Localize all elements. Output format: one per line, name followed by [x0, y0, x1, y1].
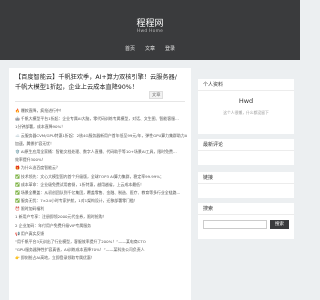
widget-heading: 链接 [198, 172, 294, 184]
body-line: 1分钟部署，成本直降90%！ [15, 124, 187, 132]
profile-widget: 个人资料 Hwd 这个人很懒，什么都没留下 [198, 79, 294, 134]
body-line: ⏰限时加码福利 [15, 206, 187, 214]
line-text: AI原生应用全家桶：智能文档处理、数字人直播、代码助手等10+场景AI工具，限时… [20, 148, 177, 154]
search-button[interactable]: 搜索 [270, 220, 289, 229]
body-line: “用千帆平台3天训出了行业模型，客服效率提升了200%！”——某电商CTO [15, 239, 187, 247]
line-text: 成本革命：企业级免费试用套餐，1折特惠，越用越省，上云成本最低！ [20, 181, 144, 187]
body-line: 1 新用户专享：注册即领2000元代金券，限时抢购！ [15, 214, 187, 222]
site-header: 程程网 Hwd Home 首页 文章 登录 [0, 0, 300, 60]
line-text: 用户真实反馈 [20, 230, 45, 236]
links-widget: 链接 [198, 172, 294, 198]
widget-heading: 搜索 [198, 203, 294, 215]
body-line: 🛡️AI原生应用全家桶：智能文档处理、数字人直播、代码助手等10+场景AI工具，… [15, 149, 187, 157]
body-line: 🎁为什么选百度智能云？ [15, 165, 187, 173]
search-widget: 搜索 搜索 [198, 203, 294, 239]
article-card: 【百度智能云】千帆狂欢季，AI+算力双核引擎！云服务器/千帆大模型1折起，企业上… [9, 68, 191, 300]
body-line: 📢用户真实反馈 [15, 231, 187, 239]
body-line: 2 企业加码：年付用户免费升级VIP专属服务 [15, 223, 187, 231]
body-line: ✅成本革命：企业级免费试用套餐，1折特惠，越用越省，上云成本最低！ [15, 182, 187, 190]
body-line: 🔥爆款直降，疯抢进行中！ [15, 108, 187, 116]
search-input[interactable] [203, 220, 267, 229]
body-line: “GPU服务器弹性扩容真香，AI训练成本直降70%！”——某科技公司负责人 [15, 247, 187, 255]
line-text: 2 企业加码：年付用户免费升级VIP专属服务 [15, 222, 92, 228]
category-badge[interactable]: 文章 [149, 91, 164, 99]
line-text: 爆款直降，疯抢进行中！ [20, 108, 64, 113]
line-text: 限时加码福利 [20, 206, 45, 212]
body-line: 加速，腾挪扩容无忧！ [15, 141, 187, 149]
comments-widget: 最新评论 [198, 139, 294, 165]
line-icon: ✅ [15, 181, 20, 187]
article-title[interactable]: 【百度智能云】千帆狂欢季，AI+算力双核引擎！云服务器/千帆大模型1折起，企业上… [15, 73, 179, 92]
line-text: 服务无忧：7×24小时专家护航，1对1架构设计，迁移部署零门槛！ [20, 198, 138, 204]
line-icon: 👉 [15, 255, 20, 261]
widget-heading: 最新评论 [198, 139, 294, 151]
body-line: ✅技术领先：文心大模型国内首个升级版，全球TOP3 AI算力集群，稳定率99.9… [15, 174, 187, 182]
line-icon: ✅ [15, 189, 20, 195]
line-icon: ✅ [15, 198, 20, 204]
line-icon: ☁️ [15, 132, 20, 138]
site-title[interactable]: 程程网 [0, 16, 300, 29]
body-line: 👉即刻抢占AI高地，立即登录领取专属优惠！ [15, 255, 187, 263]
body-line: ☁️云服务器CVM/GPU特惠1折起：2核4G服务器新用户首年低至99元/年，弹… [15, 133, 187, 141]
body-line: 🤖千帆大模型平台1折起：企业专属AI大脑，零代码训练专属模型，对话、文生图、智能… [15, 116, 187, 124]
line-icon: 📢 [15, 230, 20, 236]
line-text: 1分钟部署，成本直降90%！ [15, 124, 66, 130]
site-subtitle: Hwd Home [136, 29, 164, 34]
profile-name: Hwd [238, 97, 254, 105]
body-line: 效率提升300%！ [15, 157, 187, 165]
body-line: ✅服务无忧：7×24小时专家护航，1对1架构设计，迁移部署零门槛！ [15, 198, 187, 206]
line-text: 场景全覆盖：从初创团队到千亿集团，覆盖零售、金融、制造、医疗、教育等多行业全链路… [20, 189, 181, 195]
line-text: 千帆大模型平台1折起：企业专属AI大脑，零代码训练专属模型，对话、文生图、智能客… [20, 116, 179, 122]
line-text: 即刻抢占AI高地，立即登录领取专属优惠！ [20, 255, 95, 261]
line-text: “用千帆平台3天训出了行业模型，客服效率提升了200%！”——某电商CTO [15, 239, 146, 244]
widget-heading: 个人资料 [198, 79, 294, 91]
line-text: 为什么选百度智能云？ [20, 165, 60, 171]
line-icon: ✅ [15, 173, 20, 179]
nav-item-login[interactable]: 登录 [165, 44, 175, 54]
nav-item-home[interactable]: 首页 [125, 44, 135, 54]
line-icon: 🤖 [15, 116, 20, 122]
body-line: ✅场景全覆盖：从初创团队到千亿集团，覆盖零售、金融、制造、医疗、教育等多行业全链… [15, 190, 187, 198]
line-text: 云服务器CVM/GPU特惠1折起：2核4G服务器新用户首年低至99元/年，弹性G… [20, 132, 187, 138]
profile-desc: 这个人很懒，什么都没留下 [223, 110, 269, 115]
line-icon: 🛡️ [15, 148, 20, 154]
line-icon: 🔥 [15, 108, 20, 113]
line-text: 效率提升300%！ [15, 157, 46, 163]
line-text: 1 新用户专享：注册即领2000元代金券，限时抢购！ [15, 214, 107, 220]
line-icon: 🎁 [15, 165, 20, 171]
article-body: 🔥爆款直降，疯抢进行中！ 🤖千帆大模型平台1折起：企业专属AI大脑，零代码训练专属… [15, 108, 187, 264]
line-text: 加速，腾挪扩容无忧！ [15, 140, 54, 146]
line-text: 技术领先：文心大模型国内首个升级版，全球TOP3 AI算力集群，稳定率99.99… [20, 173, 164, 179]
nav-item-articles[interactable]: 文章 [145, 44, 155, 54]
divider [15, 101, 185, 102]
line-text: “GPU服务器弹性扩容真香，AI训练成本直降70%！”——某科技公司负责人 [15, 247, 145, 253]
line-icon: ⏰ [15, 206, 20, 212]
main-nav: 首页 文章 登录 [0, 44, 300, 54]
